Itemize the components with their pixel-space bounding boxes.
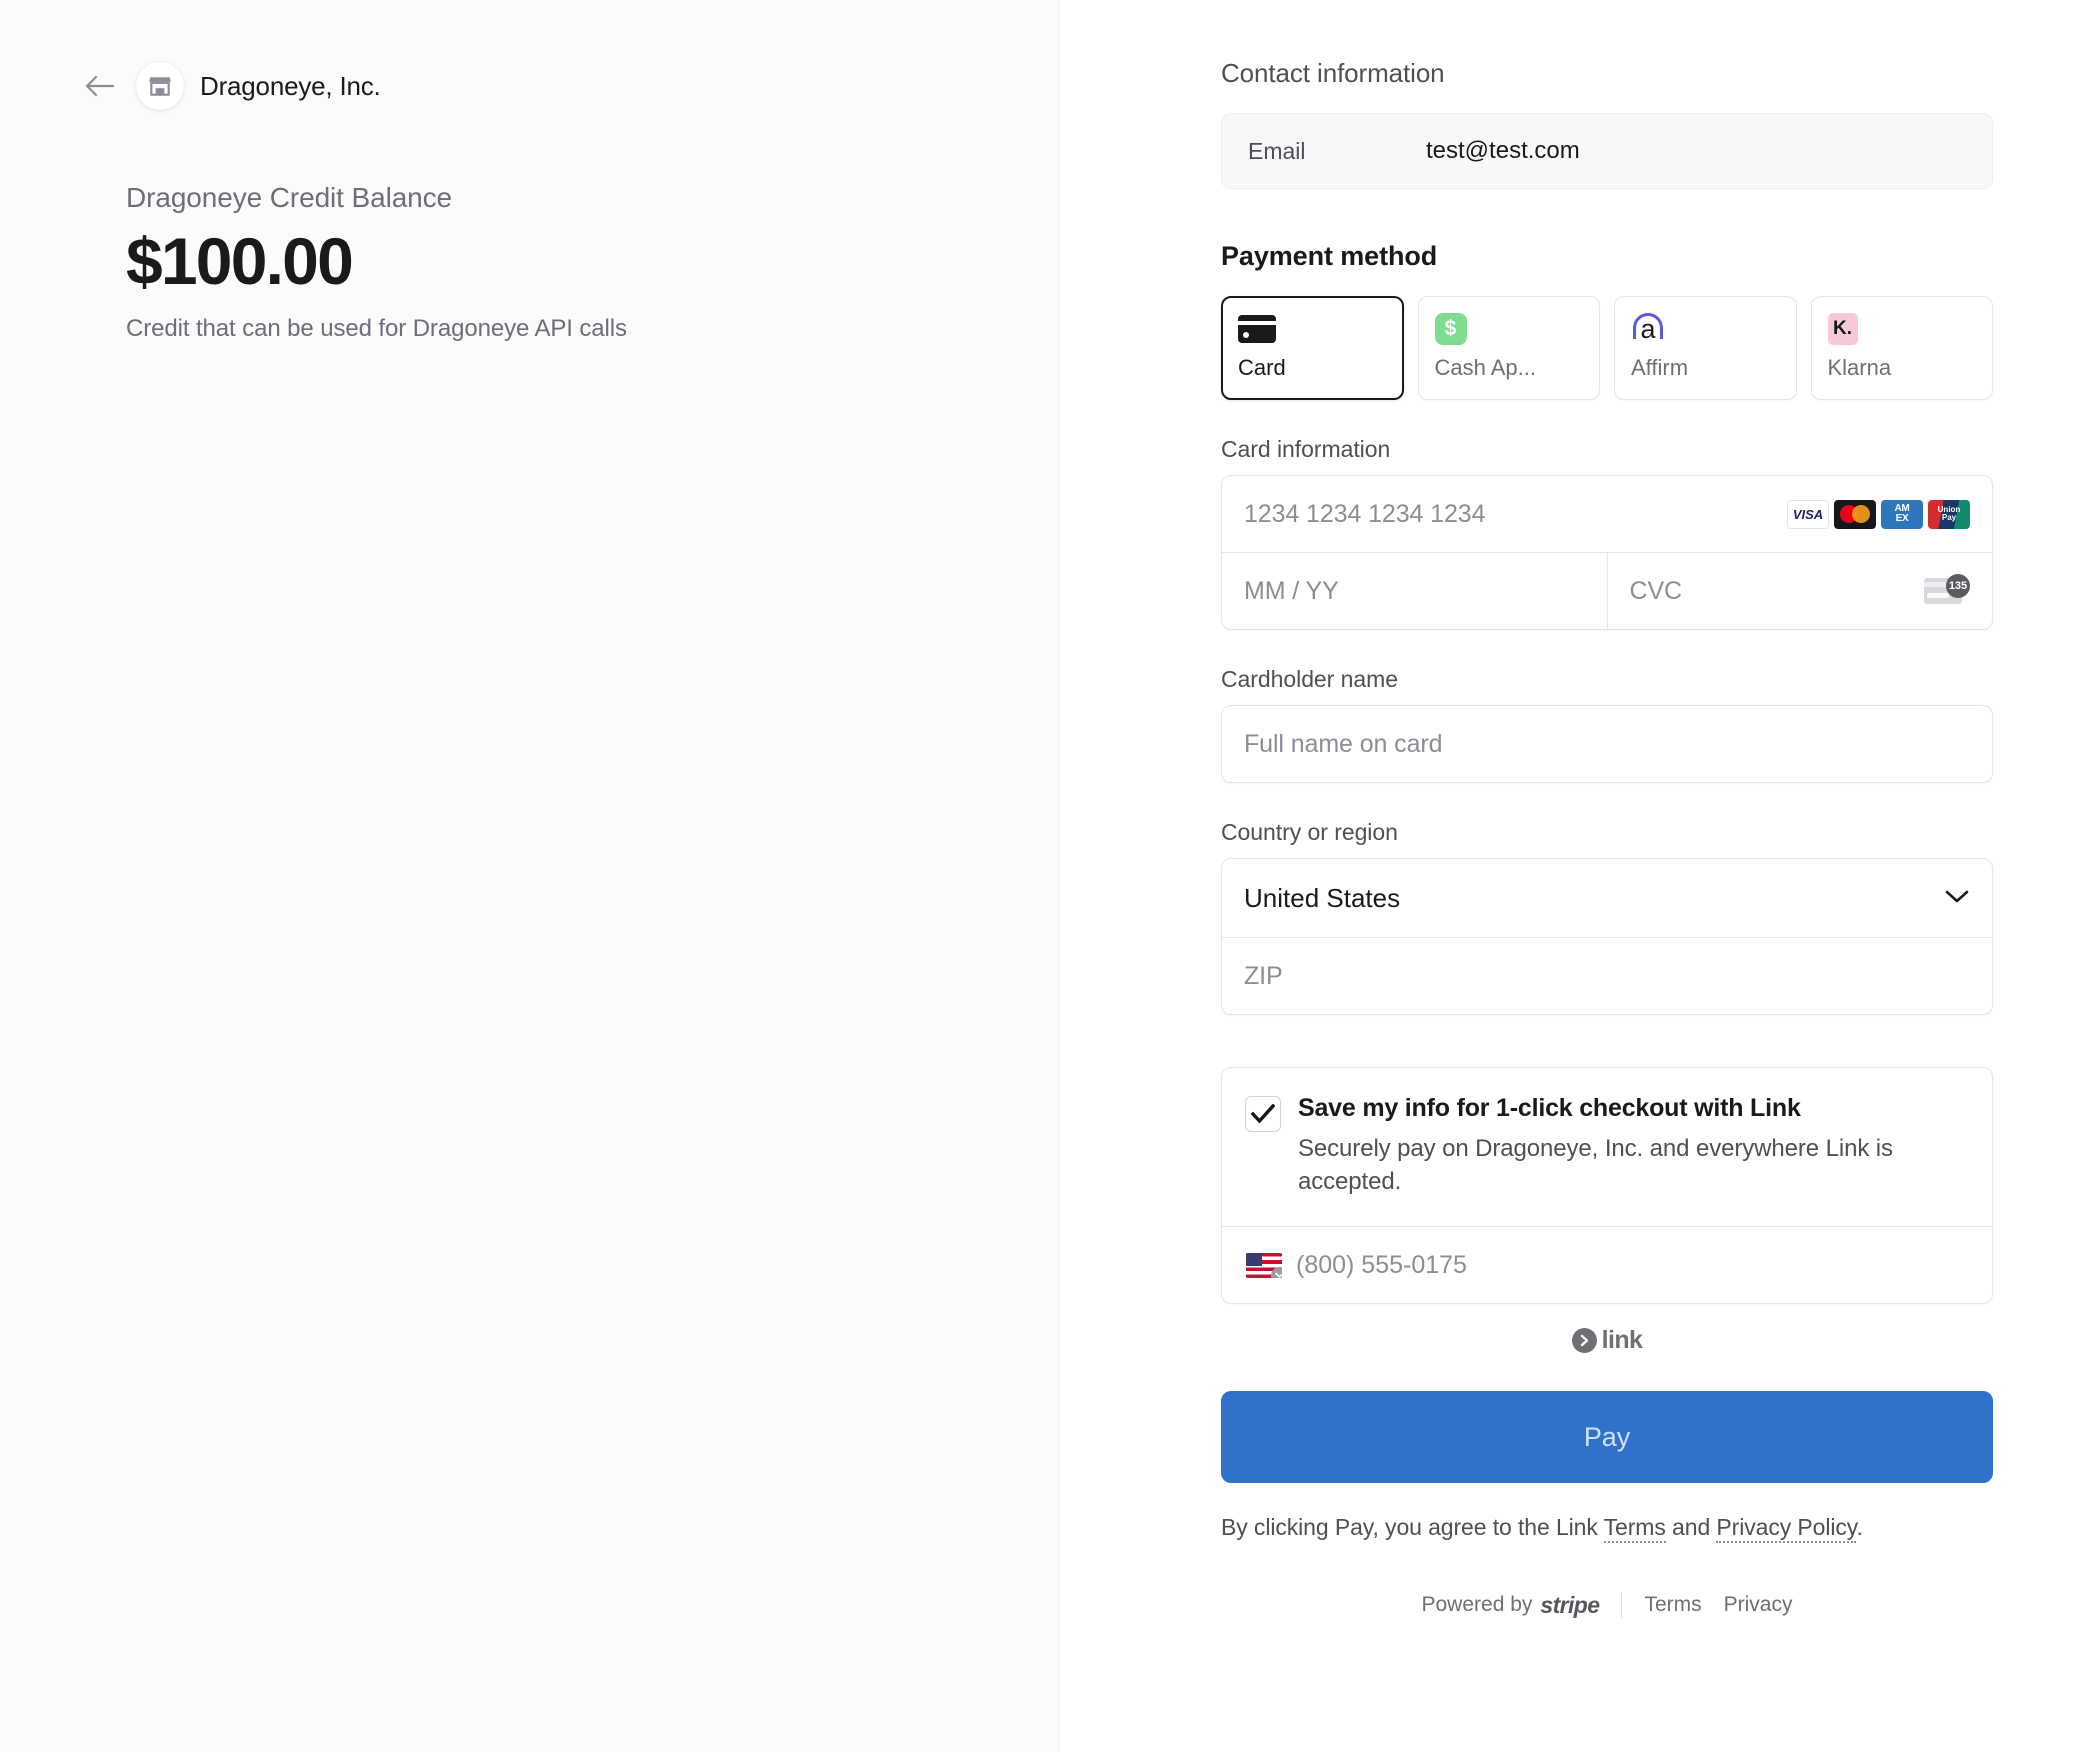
amex-icon: AMEX [1881,500,1923,529]
terms-note: By clicking Pay, you agree to the Link T… [1221,1511,1993,1544]
payment-tab-klarna[interactable]: K. Klarna [1811,296,1994,400]
balance-amount: $100.00 [126,226,627,297]
terms-suffix: . [1856,1514,1862,1540]
payment-tab-klarna-label: Klarna [1828,355,1977,381]
cash-app-icon: $ [1435,311,1584,347]
chevron-down-icon [1275,1272,1282,1278]
card-cvc-input[interactable]: CVC 135 [1608,553,1993,629]
link-save-checkbox[interactable] [1246,1097,1280,1131]
merchant-name: Dragoneye, Inc. [200,71,381,102]
country-select[interactable]: United States [1222,859,1992,937]
footer-divider [1621,1592,1622,1618]
contact-information-title: Contact information [1221,58,1993,89]
card-cvc-placeholder: CVC [1630,577,1682,606]
country-region-label: Country or region [1221,819,1993,846]
country-zip-group: United States ZIP [1221,858,1993,1015]
country-select-value: United States [1244,883,1400,914]
merchant-header: Dragoneye, Inc. [78,62,381,110]
link-privacy-policy-link[interactable]: Privacy Policy [1716,1514,1856,1543]
order-summary-panel: Dragoneye, Inc. Dragoneye Credit Balance… [0,0,1060,1752]
payment-form-panel: Contact information Email test@test.com … [1060,0,2076,1752]
credit-card-icon [1238,311,1387,347]
footer-privacy-link[interactable]: Privacy [1724,1593,1793,1617]
merchant-avatar [136,62,184,110]
mastercard-icon [1834,500,1876,529]
pay-button[interactable]: Pay [1221,1391,1993,1483]
klarna-icon: K. [1828,311,1977,347]
email-row[interactable]: Email test@test.com [1221,113,1993,189]
terms-prefix: By clicking Pay, you agree to the Link [1221,1514,1604,1540]
card-expiry-input[interactable]: MM / YY [1222,553,1607,629]
powered-by-stripe: Powered by stripe [1422,1592,1600,1619]
cardholder-name-input[interactable]: Full name on card [1222,706,1992,782]
card-expiry-placeholder: MM / YY [1244,577,1339,606]
cvc-hint-number: 135 [1946,574,1970,598]
payment-tab-affirm-label: Affirm [1631,355,1780,381]
checkout-page: Dragoneye, Inc. Dragoneye Credit Balance… [0,0,2076,1752]
payment-tab-card[interactable]: Card [1221,296,1404,400]
link-chevron-icon [1572,1328,1597,1353]
link-logo: link [1221,1326,1993,1355]
cardholder-name-label: Cardholder name [1221,666,1993,693]
checkmark-icon [1251,1104,1275,1124]
link-save-subtitle: Securely pay on Dragoneye, Inc. and ever… [1298,1133,1968,1198]
powered-by-label: Powered by [1422,1593,1533,1617]
link-save-row[interactable]: Save my info for 1-click checkout with L… [1222,1068,1992,1226]
cardholder-name-group: Full name on card [1221,705,1993,783]
stripe-logo: stripe [1540,1592,1599,1619]
link-phone-input[interactable]: (800) 555-0175 [1222,1227,1992,1303]
back-button[interactable] [78,65,120,107]
footer-terms-link[interactable]: Terms [1644,1593,1701,1617]
email-label: Email [1248,138,1426,165]
card-number-input[interactable]: 1234 1234 1234 1234 VISA AMEX UnionPay [1222,476,1992,552]
link-save-box: Save my info for 1-click checkout with L… [1221,1067,1993,1304]
affirm-icon: a [1631,311,1780,347]
chevron-down-icon [1944,888,1970,909]
balance-description: Credit that can be used for Dragoneye AP… [126,315,627,343]
terms-middle: and [1666,1514,1717,1540]
cardholder-name-placeholder: Full name on card [1244,730,1442,759]
cvc-hint-icon: 135 [1924,576,1970,606]
link-phone-placeholder: (800) 555-0175 [1296,1251,1467,1280]
balance-block: Dragoneye Credit Balance $100.00 Credit … [126,182,627,343]
email-value: test@test.com [1426,137,1580,165]
zip-input[interactable]: ZIP [1222,938,1992,1014]
payment-tab-card-label: Card [1238,355,1387,381]
card-number-placeholder: 1234 1234 1234 1234 [1244,500,1485,529]
unionpay-icon: UnionPay [1928,500,1970,529]
storefront-icon [147,73,173,99]
payment-tab-affirm[interactable]: a Affirm [1614,296,1797,400]
card-brand-icons: VISA AMEX UnionPay [1787,500,1970,529]
link-save-title: Save my info for 1-click checkout with L… [1298,1094,1968,1123]
visa-icon: VISA [1787,500,1829,529]
us-flag-icon[interactable] [1246,1253,1282,1278]
payment-method-title: Payment method [1221,241,1993,272]
link-logo-text: link [1602,1326,1643,1355]
card-information-group: 1234 1234 1234 1234 VISA AMEX UnionPay M… [1221,475,1993,630]
link-terms-link[interactable]: Terms [1604,1514,1666,1543]
arrow-left-icon [84,74,114,98]
footer: Powered by stripe Terms Privacy [1221,1592,1993,1619]
card-information-label: Card information [1221,436,1993,463]
payment-tab-cashapp-label: Cash Ap... [1435,355,1584,381]
payment-tab-cashapp[interactable]: $ Cash Ap... [1418,296,1601,400]
zip-placeholder: ZIP [1244,962,1283,991]
balance-label: Dragoneye Credit Balance [126,182,627,214]
payment-method-tabs: Card $ Cash Ap... a Affirm K. [1221,296,1993,400]
